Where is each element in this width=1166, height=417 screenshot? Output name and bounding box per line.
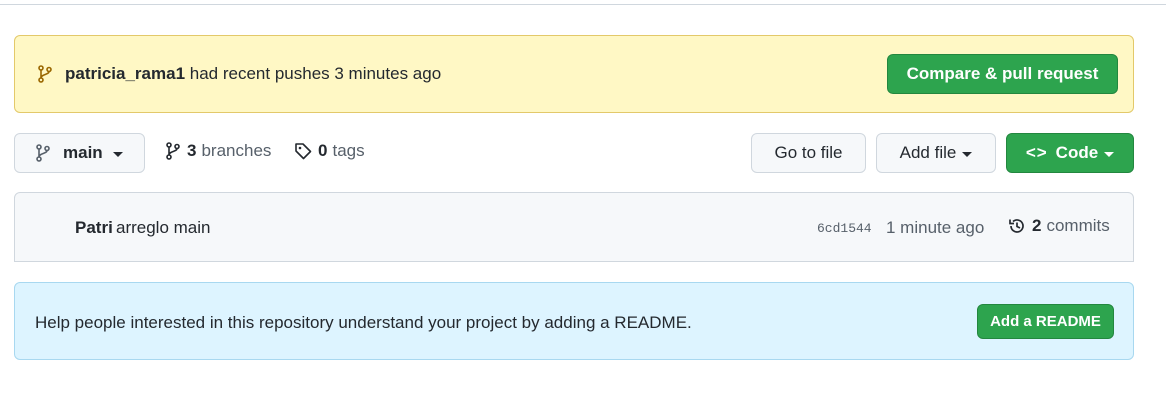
push-user-link[interactable]: patricia_rama1 xyxy=(65,64,185,83)
tag-icon xyxy=(295,143,312,160)
latest-commit-box: Patri arreglo main 6cd1544 1 minute ago … xyxy=(14,192,1134,262)
tags-link[interactable]: 0 tags xyxy=(294,141,365,161)
compare-pull-request-button[interactable]: Compare & pull request xyxy=(887,54,1118,94)
recent-push-banner: patricia_rama1 had recent pushes 3 minut… xyxy=(14,35,1134,113)
chevron-down-icon xyxy=(112,151,123,157)
code-icon: <> xyxy=(1025,143,1048,162)
go-to-file-button[interactable]: Go to file xyxy=(751,133,866,173)
commits-history-link[interactable]: 2 commits xyxy=(1007,216,1110,236)
add-readme-button[interactable]: Add a README xyxy=(977,304,1114,339)
commit-message-link[interactable]: arreglo main xyxy=(116,218,211,238)
push-message-text: had recent pushes 3 minutes ago xyxy=(189,64,442,83)
readme-prompt-banner: Help people interested in this repositor… xyxy=(14,282,1134,360)
branch-icon xyxy=(36,144,50,162)
code-button[interactable]: <> Code xyxy=(1006,133,1134,173)
chevron-down-icon xyxy=(1104,151,1115,157)
commits-label: commits xyxy=(1046,216,1110,235)
branches-label: branches xyxy=(201,141,272,160)
commit-sha-link[interactable]: 6cd1544 xyxy=(817,221,872,236)
branches-count: 3 xyxy=(187,141,197,160)
commit-author-link[interactable]: Patri xyxy=(75,218,113,238)
readme-prompt-text: Help people interested in this repositor… xyxy=(35,313,692,332)
branch-icon xyxy=(38,65,52,83)
branch-name: main xyxy=(63,143,103,162)
branch-icon xyxy=(166,142,180,160)
branches-link[interactable]: 3 branches xyxy=(165,141,271,161)
branch-select-button[interactable]: main xyxy=(14,133,145,173)
header-divider xyxy=(0,0,1166,5)
chevron-down-icon xyxy=(962,151,973,157)
add-file-button[interactable]: Add file xyxy=(876,133,996,173)
commit-time: 1 minute ago xyxy=(886,218,985,237)
tags-label: tags xyxy=(332,141,365,160)
tags-count: 0 xyxy=(318,141,328,160)
history-icon xyxy=(1009,219,1024,233)
push-message: patricia_rama1 had recent pushes 3 minut… xyxy=(65,64,441,84)
code-label: Code xyxy=(1055,143,1099,162)
commits-count: 2 xyxy=(1032,216,1042,235)
add-file-label: Add file xyxy=(899,143,957,162)
